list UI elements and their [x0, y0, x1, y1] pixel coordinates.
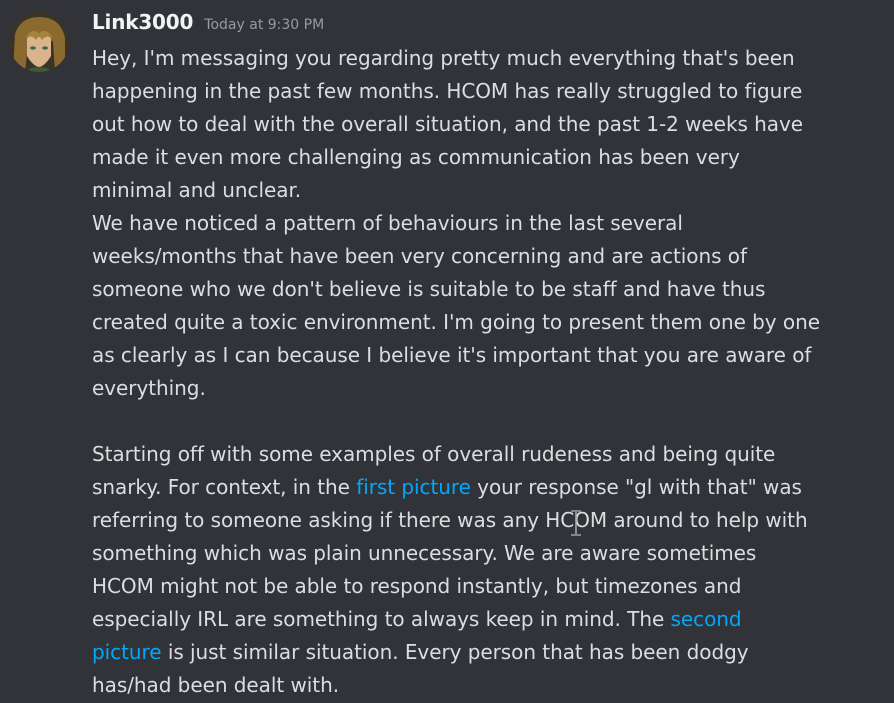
message-line: created quite a toxic environment. I'm g… — [92, 310, 820, 334]
message-line: especially IRL are something to always k… — [92, 603, 852, 636]
username[interactable]: Link3000 — [92, 10, 193, 34]
message-line: out how to deal with the overall situati… — [92, 112, 804, 136]
user-avatar-icon[interactable] — [9, 12, 69, 72]
message-line: has/had been dealt with. — [92, 673, 340, 697]
message-header: Link3000 Today at 9:30 PM — [92, 10, 324, 40]
message-line: happening in the past few months. HCOM h… — [92, 79, 803, 103]
message-line: Hey, I'm messaging you regarding pretty … — [92, 46, 795, 70]
message-line: someone who we don't believe is suitable… — [92, 277, 766, 301]
message-text: your response "gl with that" was — [470, 475, 802, 499]
message-line: referring to someone asking if there was… — [92, 508, 808, 532]
message-line: weeks/months that have been very concern… — [92, 244, 747, 268]
chat-message: Link3000 Today at 9:30 PM Hey, I'm messa… — [0, 0, 894, 703]
timestamp[interactable]: Today at 9:30 PM — [204, 17, 324, 33]
message-line: Starting off with some examples of overa… — [92, 442, 776, 466]
message-text: is just similar situation. Every person … — [161, 640, 749, 664]
message-line: HCOM might not be able to respond instan… — [92, 574, 742, 598]
message-line: everything. — [92, 376, 206, 400]
message-line: something which was plain unnecessary. W… — [92, 541, 757, 565]
message-line: snarky. For context, in the first pictur… — [92, 471, 852, 504]
second-picture-link[interactable]: picture — [92, 640, 162, 664]
second-picture-link[interactable]: second — [671, 607, 742, 631]
message-line: picture is just similar situation. Every… — [92, 636, 852, 669]
message-line: minimal and unclear. — [92, 178, 302, 202]
message-line: We have noticed a pattern of behaviours … — [92, 211, 683, 235]
message-content: Hey, I'm messaging you regarding pretty … — [92, 42, 852, 702]
message-line: made it even more challenging as communi… — [92, 145, 740, 169]
message-text: snarky. For context, in the — [92, 475, 357, 499]
text-cursor-icon — [571, 510, 581, 536]
first-picture-link[interactable]: first picture — [356, 475, 471, 499]
message-line: as clearly as I can because I believe it… — [92, 343, 812, 367]
message-text: especially IRL are something to always k… — [92, 607, 671, 631]
paragraph-break — [92, 405, 852, 438]
